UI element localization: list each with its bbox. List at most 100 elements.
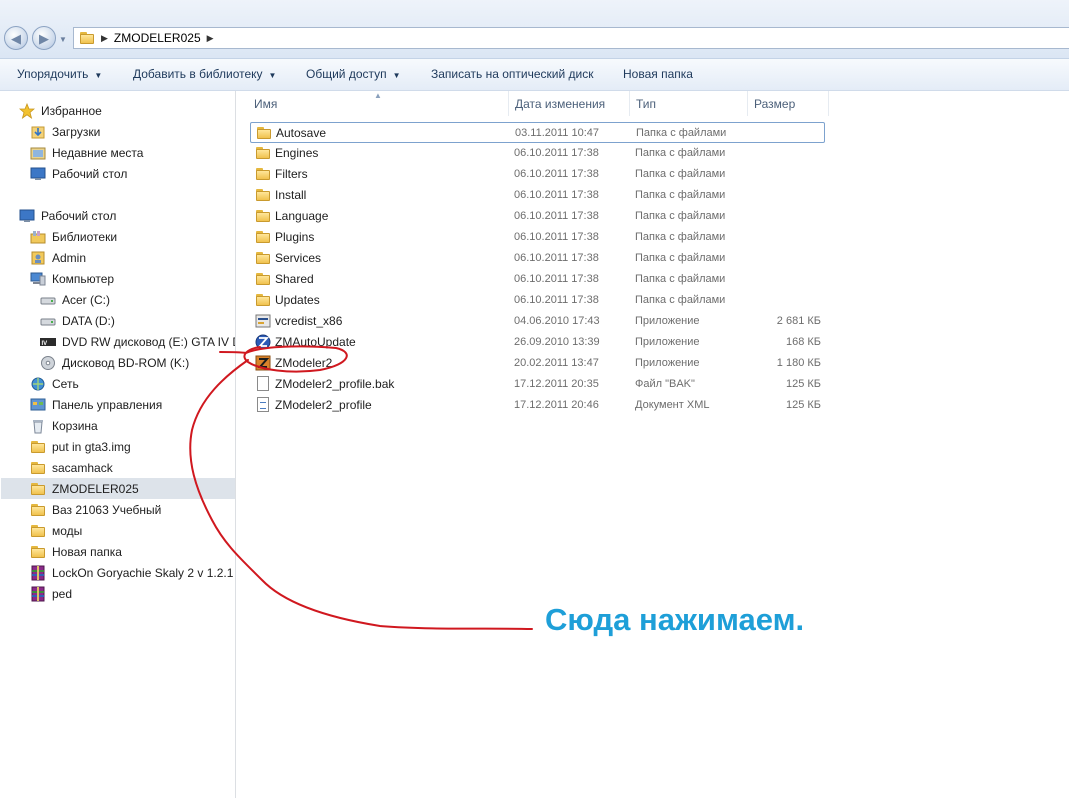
share-button[interactable]: Общий доступ ▼ — [306, 67, 401, 81]
nav-item[interactable]: sacamhack — [30, 457, 113, 478]
forward-arrow-icon: ▶ — [39, 30, 49, 46]
nav-item[interactable]: put in gta3.img — [30, 436, 131, 457]
file-date: 26.09.2010 13:39 — [514, 336, 600, 348]
nav-item-label: DVD RW дисковод (E:) GTA IV Dis — [62, 334, 236, 349]
nav-item-label: Admin — [52, 250, 87, 265]
file-row[interactable]: Engines 06.10.2011 17:38 Папка с файлами — [250, 143, 825, 164]
new-folder-button[interactable]: Новая папка — [623, 67, 693, 81]
file-type: Приложение — [635, 336, 700, 348]
nav-item[interactable]: ZMODELER025 — [1, 478, 235, 499]
desktop-icon — [30, 166, 46, 182]
folder-icon — [30, 502, 46, 518]
nav-item[interactable]: Избранное — [18, 100, 102, 121]
desktop-icon — [19, 208, 35, 224]
breadcrumb-separator-icon[interactable]: ▶ — [101, 33, 108, 44]
file-name: Shared — [275, 272, 314, 286]
file-row[interactable]: Shared 06.10.2011 17:38 Папка с файлами — [250, 269, 825, 290]
file-row[interactable]: Filters 06.10.2011 17:38 Папка с файлами — [250, 164, 825, 185]
nav-item[interactable]: Недавние места — [30, 142, 143, 163]
nav-item[interactable]: IV DVD RW дисковод (E:) GTA IV Dis — [40, 331, 236, 352]
file-row[interactable]: Language 06.10.2011 17:38 Папка с файлами — [250, 206, 825, 227]
recent-pages-dropdown-icon[interactable]: ▼ — [59, 35, 67, 44]
breadcrumb-separator-icon[interactable]: ▶ — [207, 33, 214, 44]
nav-item-label: Сеть — [52, 376, 79, 391]
add-to-library-button[interactable]: Добавить в библиотеку ▼ — [133, 67, 276, 81]
file-date: 04.06.2010 17:43 — [514, 315, 600, 327]
file-row[interactable]: Install 06.10.2011 17:38 Папка с файлами — [250, 185, 825, 206]
nav-item[interactable]: Корзина — [30, 415, 98, 436]
file-size: 1 180 КБ — [776, 357, 821, 369]
folder-icon — [255, 145, 271, 161]
file-type: Папка с файлами — [635, 294, 726, 306]
file-date: 06.10.2011 17:38 — [514, 210, 599, 222]
nav-item[interactable]: моды — [30, 520, 82, 541]
zm-update-icon — [255, 334, 271, 350]
nav-item[interactable]: Acer (C:) — [40, 289, 110, 310]
folder-icon — [30, 460, 46, 476]
folder-icon — [255, 250, 271, 266]
file-icon — [255, 376, 271, 392]
burn-button[interactable]: Записать на оптический диск — [431, 67, 594, 81]
nav-item-label: Acer (C:) — [62, 292, 110, 307]
nav-item[interactable]: ped — [30, 583, 72, 604]
nav-item[interactable]: Ваз 21063 Учебный — [30, 499, 161, 520]
folder-icon — [30, 481, 46, 497]
nav-item-label: Корзина — [52, 418, 98, 433]
file-row[interactable]: ZMAutoUpdate 26.09.2010 13:39 Приложение 16… — [250, 332, 825, 353]
svg-text:IV: IV — [42, 341, 48, 347]
nav-item[interactable]: Admin — [30, 247, 86, 268]
recycle-bin-icon — [30, 418, 46, 434]
file-row[interactable]: Updates 06.10.2011 17:38 Папка с файлами — [250, 290, 825, 311]
file-size: 168 КБ — [785, 336, 821, 348]
file-row[interactable]: Plugins 06.10.2011 17:38 Папка с файлами — [250, 227, 825, 248]
file-date: 06.10.2011 17:38 — [514, 168, 599, 180]
column-header-date[interactable]: Дата изменения — [509, 91, 630, 116]
column-date-label: Дата изменения — [515, 96, 606, 111]
nav-item[interactable]: Сеть — [30, 373, 79, 394]
file-row[interactable]: ZModeler2 20.02.2011 13:47 Приложение 1 180… — [250, 353, 825, 374]
file-date: 17.12.2011 20:35 — [514, 378, 599, 390]
forward-button[interactable]: ▶ — [32, 26, 56, 50]
nav-item[interactable]: Библиотеки — [30, 226, 117, 247]
file-type: Файл "BAK" — [635, 378, 695, 390]
breadcrumb-current-folder[interactable]: ZMODELER025 — [114, 31, 201, 45]
nav-item[interactable]: Рабочий стол — [30, 163, 127, 184]
nav-item-label: Недавние места — [52, 145, 144, 160]
folder-icon — [30, 523, 46, 539]
organize-button[interactable]: Упорядочить ▼ — [17, 67, 102, 81]
file-name: Services — [275, 251, 322, 265]
file-name: Updates — [275, 293, 320, 307]
xml-file-icon — [255, 397, 271, 413]
file-row[interactable]: Autosave 03.11.2011 10:47 Папка с файлами — [250, 122, 825, 143]
file-row[interactable]: ZModeler2_profile 17.12.2011 20:46 Докумен… — [250, 395, 825, 416]
file-row[interactable]: Services 06.10.2011 17:38 Папка с файлами — [250, 248, 825, 269]
navigation-pane: Избранное Загрузки Недавние места Рабочий с… — [0, 91, 236, 798]
column-header-name[interactable]: Имя — [248, 91, 509, 116]
file-type: Приложение — [635, 357, 700, 369]
back-button[interactable]: ◀ — [4, 26, 28, 50]
back-arrow-icon: ◀ — [11, 30, 21, 46]
column-header-type[interactable]: Тип — [630, 91, 748, 116]
address-field[interactable]: ▶ ZMODELER025 ▶ — [73, 27, 1069, 49]
nav-item[interactable]: LockOn Goryachie Skaly 2 v 1.2.1 R — [30, 562, 235, 583]
file-type: Приложение — [635, 315, 700, 327]
file-name: ZMAutoUpdate — [275, 335, 356, 349]
annotation-text: Сюда нажимаем. — [545, 602, 805, 637]
file-date: 06.10.2011 17:38 — [514, 273, 599, 285]
file-name: ZModeler2_profile.bak — [275, 377, 395, 391]
nav-item-label: DATA (D:) — [62, 313, 115, 328]
file-row[interactable]: vcredist_x86 04.06.2010 17:43 Приложение 2 … — [250, 311, 825, 332]
file-type: Папка с файлами — [636, 127, 727, 139]
nav-item-label: put in gta3.img — [52, 439, 131, 454]
dropdown-arrow-icon: ▼ — [94, 71, 103, 80]
nav-item-label: Новая папка — [52, 544, 122, 559]
nav-item[interactable]: DATA (D:) — [40, 310, 115, 331]
nav-item[interactable]: Рабочий стол — [19, 205, 116, 226]
column-header-size[interactable]: Размер — [748, 91, 829, 116]
nav-item[interactable]: Новая папка — [30, 541, 122, 562]
nav-item[interactable]: Загрузки — [30, 121, 100, 142]
nav-item[interactable]: Панель управления — [30, 394, 162, 415]
nav-item[interactable]: Компьютер — [30, 268, 114, 289]
file-row[interactable]: ZModeler2_profile.bak 17.12.2011 20:35 Фай… — [250, 374, 825, 395]
nav-item[interactable]: Дисковод BD-ROM (K:) — [40, 352, 189, 373]
